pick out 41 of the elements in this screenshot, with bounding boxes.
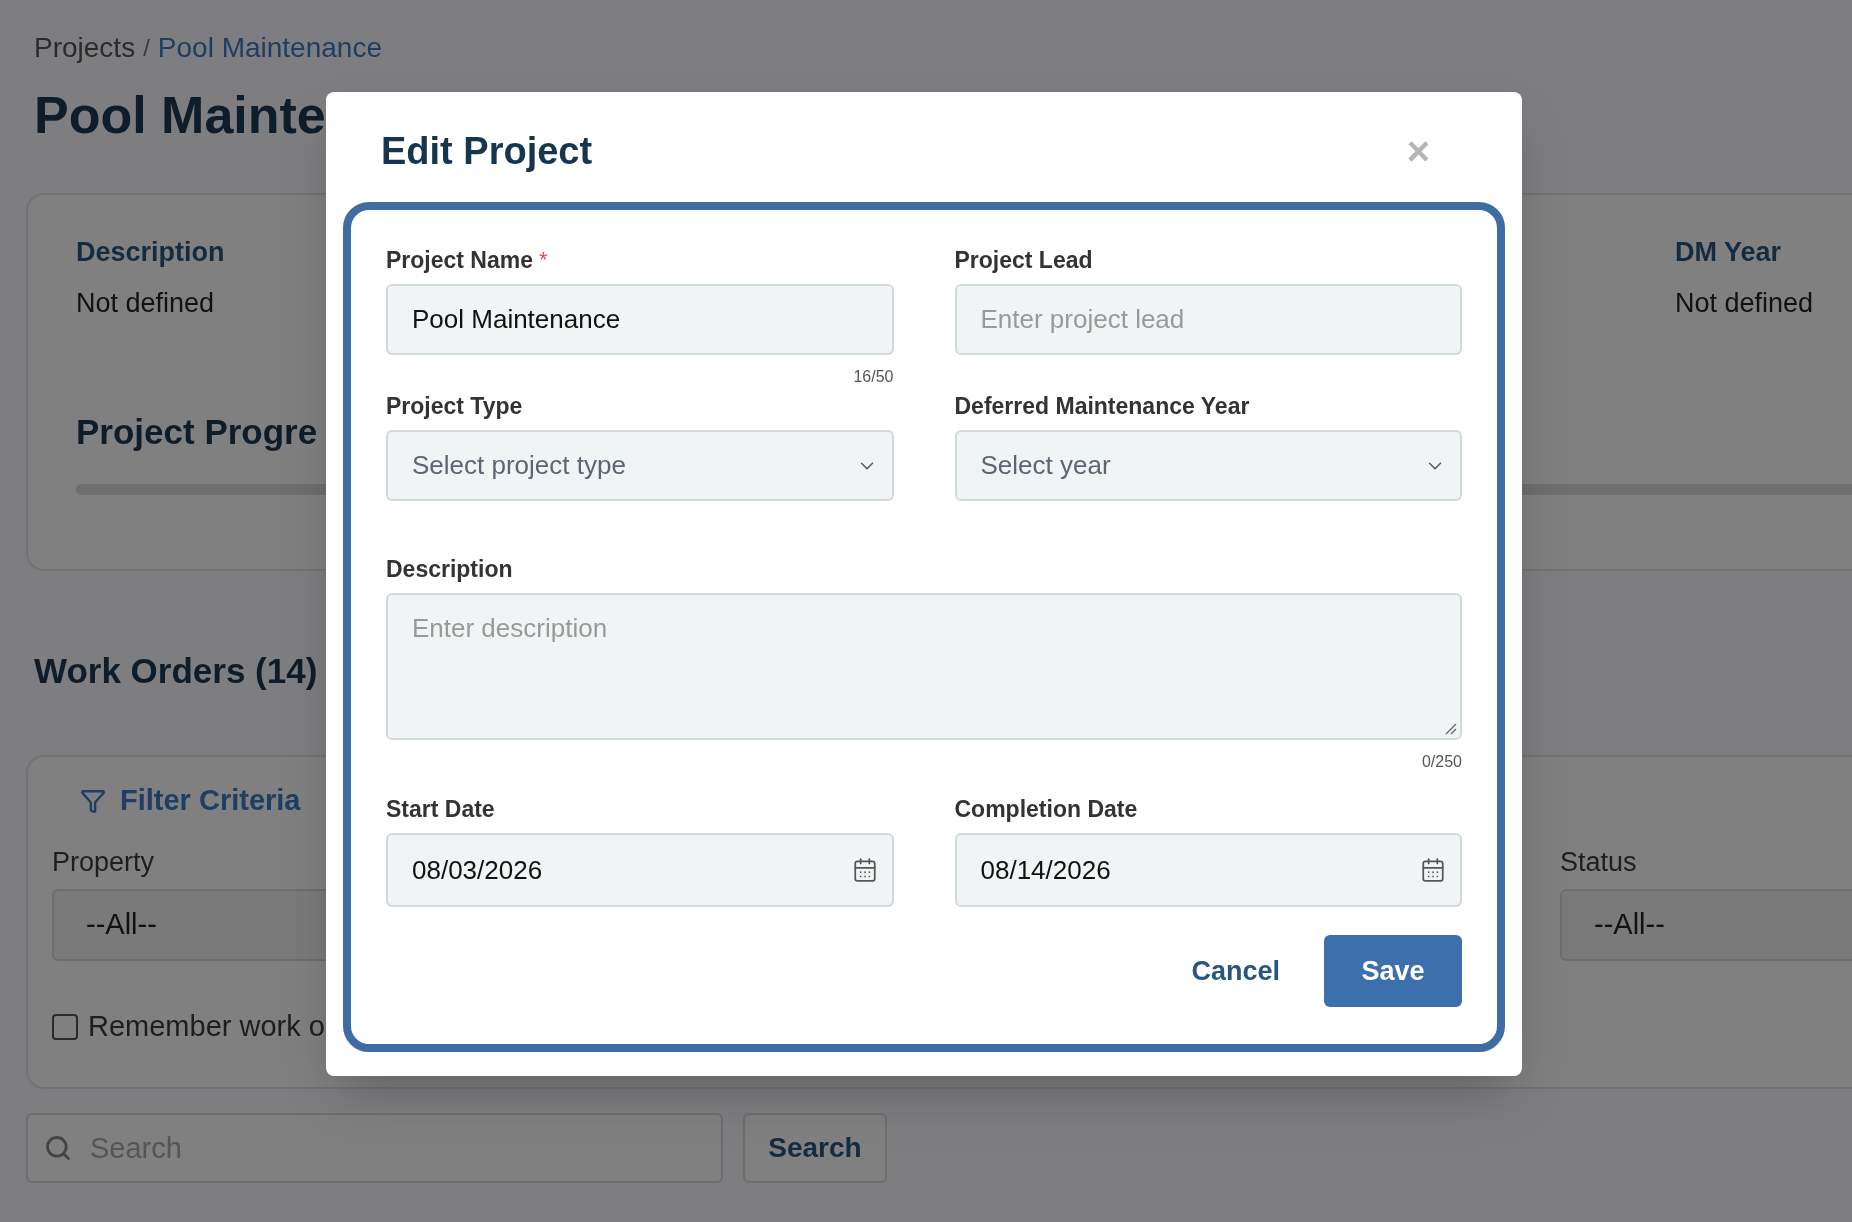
filter-title: Filter Criteria (120, 783, 301, 819)
summary-value: Not defined (76, 290, 215, 317)
field-label: Project Lead (954, 248, 1093, 272)
required-asterisk: * (539, 249, 548, 271)
page-title: Pool Mainte (34, 89, 326, 141)
date-field[interactable]: 08/03/2026 (386, 833, 894, 907)
filter-select[interactable]: --All-- (1560, 889, 1852, 961)
filter-label: Property (52, 849, 155, 877)
text-field[interactable]: Enter project lead (954, 284, 1462, 355)
checkbox[interactable] (52, 1013, 78, 1040)
select-field[interactable]: Select year (954, 430, 1462, 501)
search-button[interactable]: Search (743, 1113, 887, 1183)
cancel-button[interactable]: Cancel (1169, 935, 1302, 1007)
filter-label: Status (1560, 849, 1637, 877)
field-label: Deferred Maintenance Year (954, 394, 1250, 418)
field-label: Description (386, 557, 513, 581)
filter-icon (80, 788, 106, 814)
dialog-title: Edit Project (381, 128, 593, 174)
checkbox-label: Remember work o (88, 1009, 325, 1044)
breadcrumb-link[interactable]: Projects (34, 27, 136, 69)
save-button[interactable]: Save (1324, 935, 1462, 1007)
resize-handle-icon[interactable] (1443, 721, 1457, 735)
breadcrumb-separator: / (143, 33, 150, 63)
breadcrumb-current: Pool Maintenance (157, 31, 382, 65)
search-icon (44, 1134, 72, 1162)
summary-value: Not defined (1675, 290, 1814, 317)
field-label: Project Type (386, 394, 523, 418)
summary-label: DM Year (1675, 239, 1782, 266)
section-heading: Project Progre (76, 412, 318, 452)
field-label: Project Name (386, 248, 533, 272)
calendar-icon[interactable] (851, 857, 878, 883)
field-label: Completion Date (954, 797, 1138, 821)
character-counter: 16/50 (853, 369, 894, 385)
select-field[interactable]: Select project type (386, 430, 894, 501)
summary-label: Description (76, 239, 225, 266)
text-field[interactable]: Pool Maintenance (386, 284, 894, 355)
calendar-icon[interactable] (1420, 857, 1446, 883)
section-heading: Work Orders (14) (34, 653, 318, 688)
character-counter: 0/250 (1421, 754, 1462, 770)
field-label: Start Date (386, 797, 495, 821)
date-field[interactable]: 08/14/2026 (954, 833, 1462, 907)
